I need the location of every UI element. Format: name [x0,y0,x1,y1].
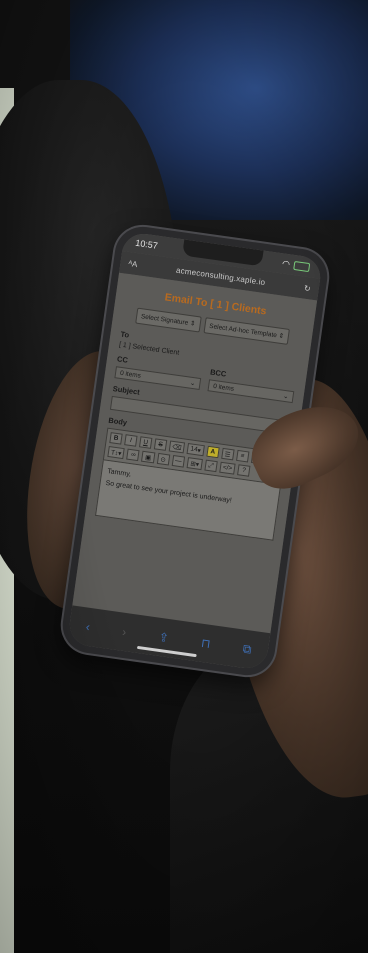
back-icon[interactable]: ‹ [85,620,91,634]
eraser-icon[interactable]: ⌫ [168,440,186,454]
video-icon[interactable]: ⊙ [156,452,170,466]
select-signature-dropdown[interactable]: Select Signature ⇕ [134,307,202,333]
underline-button[interactable]: U [138,436,153,449]
ordered-list-icon[interactable]: ≡ [235,449,250,463]
italic-button[interactable]: I [124,434,138,447]
bookmarks-icon[interactable]: ⊓ [200,636,211,651]
text-style-icon[interactable]: T↕▾ [107,445,126,460]
tabs-icon[interactable]: ⧉ [242,641,252,657]
share-icon[interactable]: ⇪ [158,630,170,645]
table-icon[interactable]: ⊞▾ [186,457,203,471]
highlight-color-button[interactable]: A [206,445,220,459]
wifi-icon: ◠ [281,257,291,269]
dropdown-icon: ⌄ [282,392,289,401]
bold-button[interactable]: B [109,432,123,445]
code-view-icon[interactable]: </> [219,461,236,475]
unordered-list-icon[interactable]: ☰ [220,447,235,461]
dropdown-icon: ⌄ [189,379,196,388]
reload-icon[interactable]: ↻ [303,283,311,293]
help-button[interactable]: ? [237,464,251,477]
reader-icon[interactable]: ᴬA [128,258,138,268]
strikethrough-button[interactable]: S [153,438,168,451]
status-time: 10:57 [134,237,159,251]
battery-icon [293,260,311,272]
home-indicator [136,645,197,658]
photo-scene: 10:57 ◠ ᴬA acmeconsulting.xaple.io ↻ Ema… [0,0,368,953]
link-icon[interactable]: ∞ [126,448,141,462]
select-template-dropdown[interactable]: Select Ad-hoc Template ⇕ [203,317,291,345]
horizontal-rule-icon[interactable]: — [171,454,186,468]
forward-icon[interactable]: › [121,625,127,639]
font-size-dropdown[interactable]: 14 ▾ [186,442,205,457]
fullscreen-icon[interactable]: ⤢ [204,459,218,473]
image-icon[interactable]: ▣ [141,450,156,464]
